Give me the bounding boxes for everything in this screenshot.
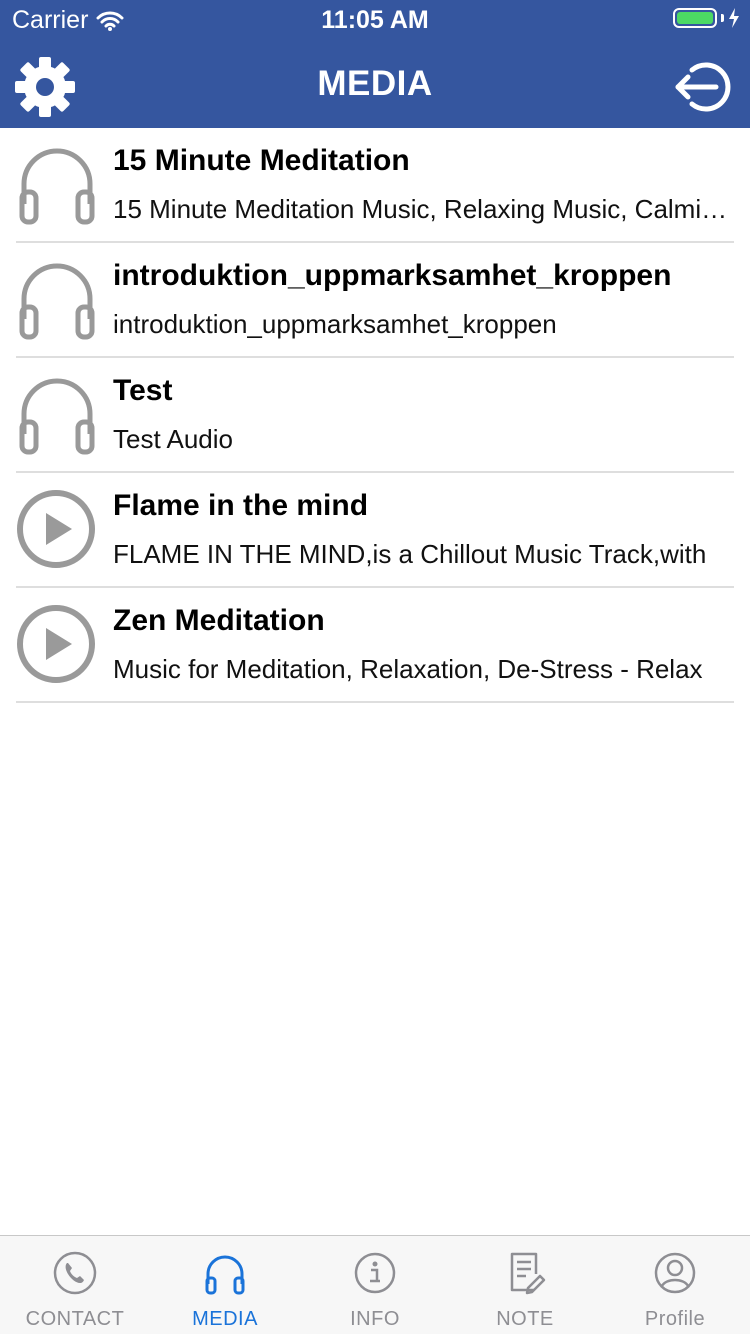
media-title: introduktion_uppmarksamhet_kroppen [113, 259, 672, 292]
tab-label: CONTACT [25, 1308, 125, 1330]
charging-bolt-icon [729, 8, 739, 28]
media-subtitle: introduktion_uppmarksamhet_kroppen [113, 309, 557, 339]
battery-fill [677, 12, 713, 24]
headphones-icon [19, 263, 95, 340]
media-subtitle: 15 Minute Meditation Music, Relaxing Mus… [113, 194, 734, 224]
play-icon [17, 490, 95, 568]
tab-label: NOTE [496, 1308, 554, 1330]
media-subtitle: Test Audio [113, 424, 233, 454]
tab-label: INFO [350, 1308, 400, 1330]
logout-button[interactable] [672, 56, 736, 118]
media-subtitle: FLAME IN THE MIND,is a Chillout Music Tr… [113, 539, 707, 569]
media-title: 15 Minute Meditation [113, 144, 410, 177]
phone-icon [53, 1251, 97, 1295]
tab-media[interactable]: MEDIA [150, 1236, 300, 1334]
media-item-4[interactable]: Flame in the mind FLAME IN THE MIND,is a… [16, 473, 734, 588]
headphones-icon [19, 378, 95, 455]
media-subtitle: Music for Meditation, Relaxation, De-Str… [113, 654, 703, 684]
headphones-icon [19, 148, 95, 225]
info-icon [354, 1252, 396, 1294]
logout-icon [675, 62, 731, 112]
battery-icon [673, 8, 717, 28]
tab-profile[interactable]: Profile [600, 1236, 750, 1334]
tab-note[interactable]: NOTE [450, 1236, 600, 1334]
media-title: Test [113, 374, 173, 407]
tab-bar: CONTACT MEDIA INFO NOTE Profile [0, 1235, 750, 1334]
header: Carrier 11:05 AM MEDIA [0, 0, 750, 128]
battery-indicator [673, 8, 740, 28]
page-title: MEDIA [317, 64, 433, 103]
media-title: Zen Meditation [113, 604, 325, 637]
tab-label: MEDIA [192, 1308, 258, 1330]
status-bar: Carrier 11:05 AM [0, 0, 750, 40]
media-item-5[interactable]: Zen Meditation Music for Meditation, Rel… [16, 588, 734, 703]
tab-contact[interactable]: CONTACT [0, 1236, 150, 1334]
tab-label: Profile [644, 1308, 706, 1330]
media-item-3[interactable]: Test Test Audio [16, 358, 734, 473]
media-list: 15 Minute Meditation 15 Minute Meditatio… [0, 128, 750, 703]
media-item-1[interactable]: 15 Minute Meditation 15 Minute Meditatio… [16, 128, 734, 243]
status-time: 11:05 AM [321, 6, 429, 34]
tab-info[interactable]: INFO [300, 1236, 450, 1334]
play-icon [17, 605, 95, 683]
headphones-icon [205, 1255, 245, 1295]
media-item-2[interactable]: introduktion_uppmarksamhet_kroppen intro… [16, 243, 734, 358]
media-title: Flame in the mind [113, 489, 369, 522]
note-icon [510, 1252, 546, 1295]
profile-icon [654, 1252, 696, 1294]
